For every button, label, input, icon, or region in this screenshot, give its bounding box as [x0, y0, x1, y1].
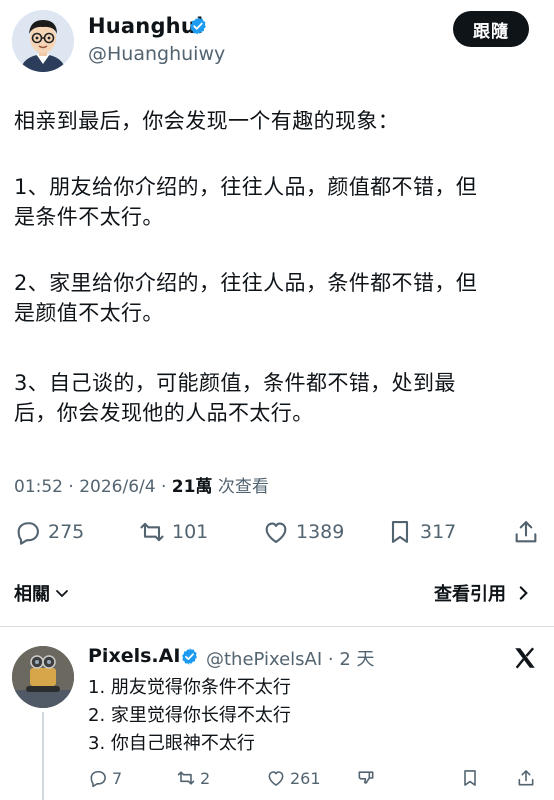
bookmark-icon — [464, 770, 476, 786]
tweet-text-line: 1、朋友给你介绍的，往往人品，颜值都不错，但 — [14, 175, 478, 199]
reply-count: 275 — [48, 521, 85, 543]
chevron-down-icon — [56, 590, 68, 598]
tweet-text-line: 是颜值不太行。 — [14, 301, 164, 325]
bookmark-action[interactable]: 317 — [386, 518, 456, 546]
tweet-text-line: 相亲到最后，你会发现一个有趣的现象： — [14, 109, 400, 133]
chevron-right-icon — [519, 586, 528, 600]
retweet-count: 101 — [172, 521, 209, 543]
reply-retweet-count: 2 — [200, 768, 211, 788]
tweet-timestamp[interactable]: 01:52 · 2026/6/4 · — [14, 477, 172, 497]
x-logo-icon — [515, 647, 535, 669]
retweet-icon — [140, 522, 164, 542]
reply-analytics-action[interactable] — [356, 768, 380, 788]
reply-text-line: 1. 朋友觉得你条件不太行 — [88, 677, 291, 698]
retweet-action[interactable]: 101 — [138, 518, 208, 546]
reply-reply-action[interactable]: 7 — [88, 768, 122, 788]
author-handle[interactable]: @Huanghuiwy — [88, 43, 225, 65]
share-icon — [515, 521, 537, 543]
reply-like-action[interactable]: 261 — [266, 768, 321, 788]
share-icon — [518, 770, 534, 786]
reply-handle-time[interactable]: @thePixelsAI · 2 天 — [206, 645, 375, 671]
reply-like-count: 261 — [290, 768, 321, 788]
view-quotes-link[interactable]: 查看引用 — [434, 580, 532, 606]
bookmark-icon — [391, 521, 409, 543]
related-toggle[interactable]: 相關 — [14, 580, 70, 606]
views-label: 次查看 — [212, 477, 269, 497]
related-label: 相關 — [14, 584, 50, 605]
tweet-text-line: 是条件不太行。 — [14, 205, 164, 229]
tweet-text-line: 2、家里给你介绍的，往往人品，条件都不错，但 — [14, 271, 478, 295]
tweet-meta: 01:52 · 2026/6/4 · 21萬 次查看 — [14, 472, 269, 497]
robot-avatar-image — [12, 646, 74, 708]
reply-icon — [90, 770, 106, 788]
like-count: 1389 — [296, 521, 345, 543]
author-avatar[interactable] — [12, 10, 74, 72]
retweet-icon — [177, 771, 195, 785]
bookmark-count: 317 — [420, 521, 457, 543]
heart-icon — [268, 771, 284, 786]
heart-icon — [265, 522, 287, 543]
verified-badge-icon — [190, 17, 206, 35]
reply-text-line: 3. 你自己眼神不太行 — [88, 733, 255, 754]
verified-badge-icon — [182, 648, 197, 665]
follow-button[interactable]: 跟隨 — [453, 11, 529, 47]
reply-icon — [17, 522, 39, 545]
tweet-text-line: 后，你会发现他的人品不太行。 — [14, 401, 314, 425]
reply-author-avatar[interactable] — [12, 646, 74, 708]
like-action[interactable]: 1389 — [262, 518, 344, 546]
view-quotes-label: 查看引用 — [434, 584, 506, 605]
dislike-icon — [358, 771, 374, 784]
section-divider — [0, 626, 554, 627]
share-action[interactable] — [512, 518, 546, 546]
reply-reply-count: 7 — [112, 768, 123, 788]
reply-action[interactable]: 275 — [14, 518, 84, 546]
view-count: 21萬 — [171, 477, 213, 497]
reply-text-line: 2. 家里觉得你长得不太行 — [88, 705, 291, 726]
author-name[interactable]: Huanghui — [88, 14, 203, 38]
reply-share-action[interactable] — [516, 768, 540, 788]
reply-author-name[interactable]: Pixels.AI — [88, 645, 180, 667]
reply-bookmark-action[interactable] — [460, 768, 484, 788]
thread-line — [42, 712, 44, 800]
reply-retweet-action[interactable]: 2 — [176, 768, 210, 788]
tweet-text-line: 3、自己谈的，可能颜值，条件都不错，处到最 — [14, 371, 456, 395]
avatar-cartoon-image — [12, 10, 74, 72]
